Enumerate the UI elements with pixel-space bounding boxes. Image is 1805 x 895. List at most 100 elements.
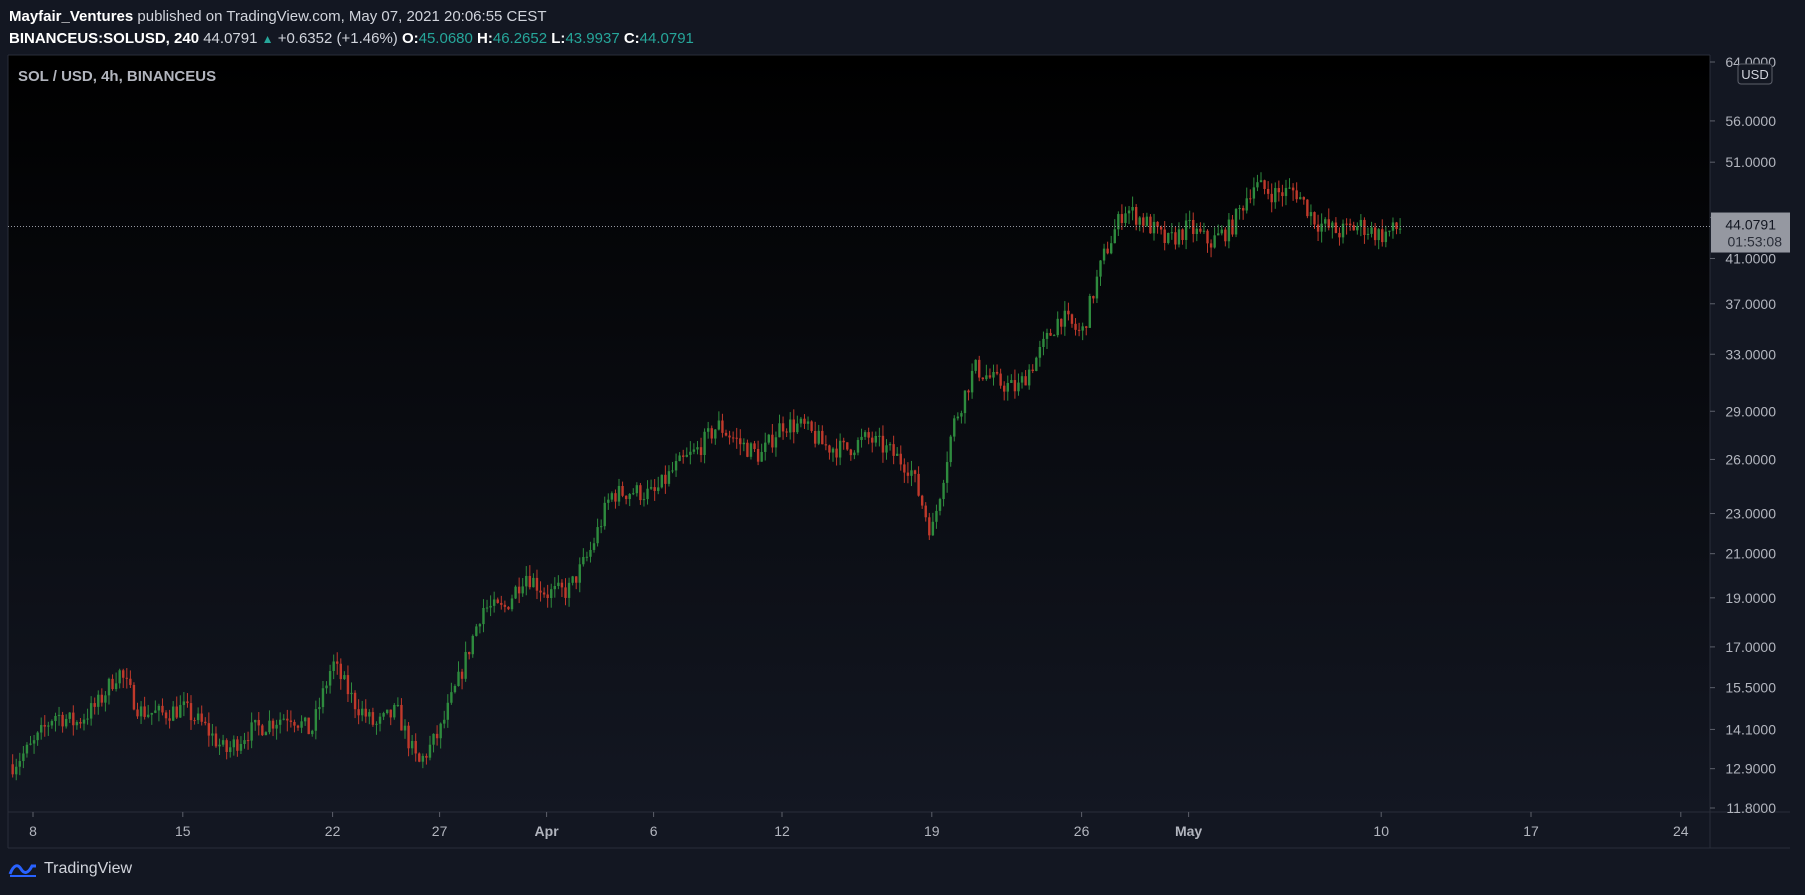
candle-body xyxy=(1381,229,1384,243)
candle-body xyxy=(771,434,774,448)
candle-body xyxy=(382,713,385,717)
candle-body xyxy=(1370,227,1373,234)
candle-body xyxy=(1060,318,1063,327)
candle-body xyxy=(1284,187,1288,197)
y-tick-label: 23.0000 xyxy=(1725,506,1776,522)
candle-body xyxy=(389,709,392,718)
candle-body xyxy=(1388,230,1391,232)
x-tick-label: May xyxy=(1175,823,1202,839)
candle-body xyxy=(1152,221,1156,234)
candle-body xyxy=(40,725,43,733)
candle-body xyxy=(407,725,410,749)
candle-body xyxy=(706,428,710,432)
x-tick-label: 8 xyxy=(29,823,37,839)
candle-body xyxy=(43,725,46,727)
candle-body xyxy=(1170,232,1174,234)
candle-body xyxy=(1131,206,1134,211)
candle-body xyxy=(913,470,917,474)
candle-body xyxy=(863,432,867,437)
candle-body xyxy=(1217,233,1220,236)
candle-body xyxy=(842,440,845,443)
candle-body xyxy=(564,587,567,598)
candle-body xyxy=(293,721,296,726)
candle-body xyxy=(539,590,542,593)
candle-body xyxy=(311,730,314,735)
candle-body xyxy=(1035,357,1038,371)
candle-body xyxy=(221,740,225,745)
candle-body xyxy=(432,733,435,745)
candle-body xyxy=(75,722,79,726)
currency-badge[interactable]: USD xyxy=(1737,63,1773,85)
candle-body xyxy=(774,437,778,448)
candle-body xyxy=(1106,248,1109,254)
y-tick-label: 19.0000 xyxy=(1725,590,1776,606)
candle-body xyxy=(339,663,343,680)
candle-body xyxy=(699,447,703,456)
candle-body xyxy=(1313,212,1316,225)
candle-body xyxy=(122,670,125,678)
candle-body xyxy=(742,442,746,445)
y-tick-label: 17.0000 xyxy=(1725,639,1776,655)
candle-body xyxy=(15,766,18,775)
candle-body xyxy=(1227,219,1231,242)
candle-body xyxy=(674,461,678,471)
plot-area[interactable] xyxy=(8,55,1710,812)
candle-body xyxy=(243,740,246,744)
candle-body xyxy=(1209,243,1213,248)
candle-body xyxy=(624,495,628,500)
candle-body xyxy=(657,487,660,491)
candle-body xyxy=(250,722,253,741)
candle-body xyxy=(318,707,321,710)
candle-body xyxy=(150,712,153,715)
candle-body xyxy=(136,709,139,717)
x-tick-label: 19 xyxy=(924,823,940,839)
candle-body xyxy=(1270,193,1273,203)
candle-body xyxy=(1003,385,1006,392)
candle-body xyxy=(963,390,967,414)
candle-body xyxy=(653,487,656,491)
candle-body xyxy=(974,359,977,371)
candle-body xyxy=(268,720,271,733)
candle-body xyxy=(289,720,293,722)
candle-body xyxy=(464,651,467,679)
candle-body xyxy=(1095,276,1099,299)
candle-body xyxy=(856,440,860,453)
candle-body xyxy=(179,705,182,718)
candle-body xyxy=(371,712,375,725)
candle-body xyxy=(410,740,414,749)
candle-body xyxy=(314,709,318,731)
candle-body xyxy=(835,448,838,458)
y-tick-label: 29.0000 xyxy=(1725,403,1776,419)
candle-body xyxy=(917,473,920,496)
candle-body xyxy=(1174,232,1177,245)
time-axis[interactable]: 8 15 22 27 Apr 6 12 19 26 May 10 17 24 xyxy=(29,812,1689,839)
candle-body xyxy=(204,721,207,724)
candle-body xyxy=(1334,222,1338,233)
candle-body xyxy=(1263,180,1266,189)
footer-brand[interactable]: TradingView xyxy=(44,860,132,878)
price-axis[interactable]: 64.000056.000051.000045.000041.000037.00… xyxy=(1710,54,1776,816)
candle-body xyxy=(435,733,439,739)
price-chart[interactable]: SOL / USD, 4h, BINANCEUS 64.000056.00005… xyxy=(0,0,1805,895)
candle-body xyxy=(307,717,310,735)
candle-body xyxy=(1142,217,1145,226)
candle-body xyxy=(1006,382,1009,392)
candle-body xyxy=(557,582,560,587)
candle-body xyxy=(1302,197,1306,200)
candle-body xyxy=(560,582,564,588)
candle-body xyxy=(953,418,956,437)
candle-body xyxy=(1042,338,1045,347)
candle-body xyxy=(728,435,731,438)
candle-body xyxy=(621,485,624,496)
candle-body xyxy=(813,430,817,444)
x-tick-label: 26 xyxy=(1074,823,1090,839)
candle-body xyxy=(82,719,86,724)
candle-body xyxy=(443,719,446,724)
candle-body xyxy=(200,713,203,722)
candle-body xyxy=(97,694,100,707)
candle-body xyxy=(489,605,492,608)
candle-body xyxy=(903,464,906,473)
candle-body xyxy=(988,375,992,378)
candle-body xyxy=(1288,187,1291,189)
candle-body xyxy=(129,678,132,685)
